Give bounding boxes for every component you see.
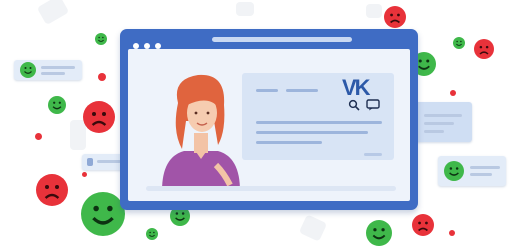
red-dot — [449, 230, 455, 236]
chat-bubble — [438, 156, 506, 186]
chat-bubble — [14, 60, 82, 80]
vk-logo: VK — [342, 75, 371, 100]
sad-face-icon — [384, 6, 406, 28]
chat-icon — [366, 99, 380, 111]
red-dot — [450, 90, 456, 96]
sad-face-icon — [474, 39, 494, 59]
sad-face-icon — [36, 174, 68, 206]
background-shape — [298, 214, 328, 242]
background-shape — [366, 4, 382, 18]
background-shape — [236, 2, 254, 16]
happy-face-icon — [366, 220, 392, 246]
happy-face-icon — [95, 33, 107, 45]
happy-face-icon — [444, 161, 464, 181]
address-bar — [212, 37, 352, 42]
content-footer-bar — [146, 186, 396, 191]
window-content: VK — [128, 49, 410, 201]
sad-face-icon — [412, 214, 434, 236]
chat-bubble — [410, 102, 472, 142]
woman-illustration — [162, 74, 240, 191]
red-dot — [98, 73, 106, 81]
happy-face-icon — [453, 37, 465, 49]
red-dot — [35, 133, 42, 140]
happy-face-icon — [20, 62, 36, 78]
sad-face-icon — [83, 101, 115, 133]
happy-face-icon — [48, 96, 66, 114]
search-icon — [348, 99, 360, 111]
profile-card: VK — [242, 73, 394, 160]
background-shape — [36, 0, 70, 26]
happy-face-icon — [146, 228, 158, 240]
illustration-stage: VK — [0, 0, 517, 246]
happy-face-icon — [81, 192, 125, 236]
browser-window: VK — [120, 29, 418, 210]
red-dot — [82, 172, 87, 177]
